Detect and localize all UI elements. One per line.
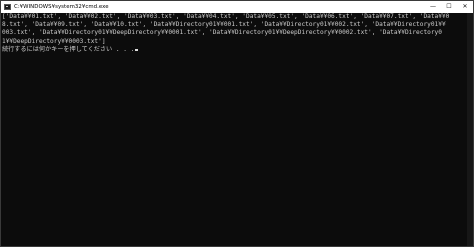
minimize-icon[interactable]: — xyxy=(425,1,441,13)
console-line: 003.txt', 'Data¥¥Directory01¥¥DeepDirect… xyxy=(2,29,442,37)
console-line: 1¥¥DeepDirectory¥¥0003.txt'] xyxy=(2,37,106,45)
console-prompt-line: 続行するには何かキーを押してください . . . xyxy=(2,46,468,54)
window-title: C:¥WINDOWS¥system32¥cmd.exe xyxy=(14,4,109,10)
text-cursor xyxy=(135,48,139,51)
cmd-window: C:¥WINDOWS¥system32¥cmd.exe — ☐ ✕ ['Data… xyxy=(0,0,474,247)
window-controls: — ☐ ✕ xyxy=(425,1,473,13)
close-icon[interactable]: ✕ xyxy=(457,1,473,13)
console-line: ['Data¥¥01.txt', 'Data¥¥02.txt', 'Data¥¥… xyxy=(2,13,450,20)
maximize-icon[interactable]: ☐ xyxy=(441,1,457,13)
scrollbar[interactable] xyxy=(467,13,473,246)
console-output[interactable]: ['Data¥¥01.txt', 'Data¥¥02.txt', 'Data¥¥… xyxy=(2,13,468,246)
cmd-app-icon xyxy=(4,4,11,10)
pause-prompt: 続行するには何かキーを押してください . . . xyxy=(2,45,135,53)
console-line: 8.txt', 'Data¥¥09.txt', 'Data¥¥10.txt', … xyxy=(2,21,446,29)
title-bar[interactable]: C:¥WINDOWS¥system32¥cmd.exe — ☐ ✕ xyxy=(1,1,473,13)
